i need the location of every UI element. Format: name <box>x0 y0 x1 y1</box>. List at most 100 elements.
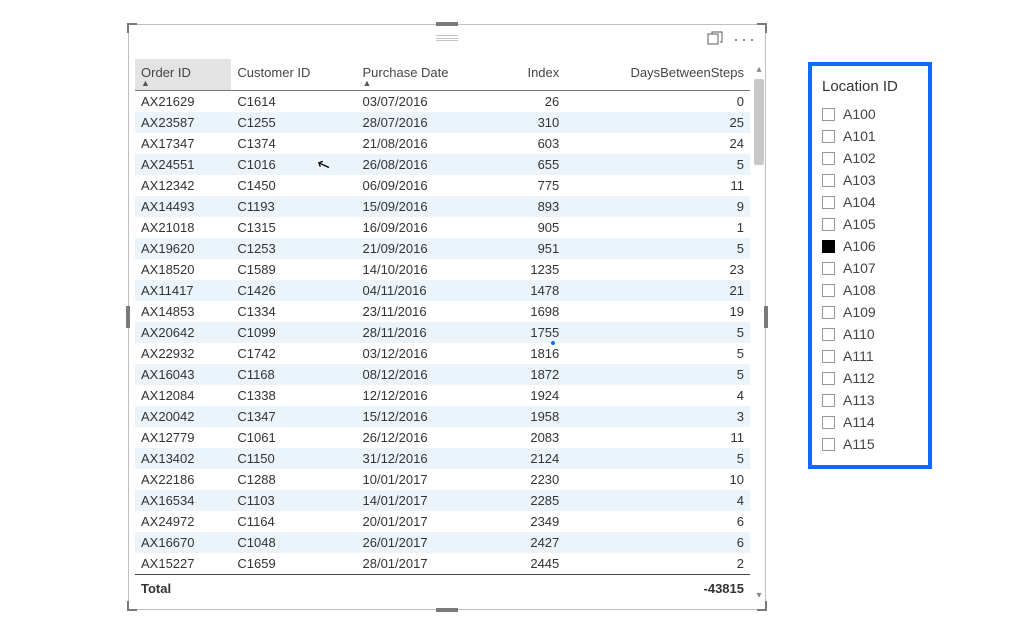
cell-days: 19 <box>565 301 750 322</box>
table-row[interactable]: AX14853C133423/11/2016169819 <box>135 301 750 322</box>
cell-date: 28/07/2016 <box>357 112 501 133</box>
table-row[interactable]: AX24551C101626/08/20166555 <box>135 154 750 175</box>
table-row[interactable]: AX13402C115031/12/201621245 <box>135 448 750 469</box>
cell-days: 4 <box>565 385 750 406</box>
resize-handle-top[interactable] <box>436 22 458 26</box>
slicer-item[interactable]: A109 <box>822 301 918 323</box>
slicer-item[interactable]: A105 <box>822 213 918 235</box>
focus-mode-icon[interactable] <box>707 31 723 47</box>
slicer-item[interactable]: A101 <box>822 125 918 147</box>
table-row[interactable]: AX23587C125528/07/201631025 <box>135 112 750 133</box>
checkbox-icon[interactable] <box>822 350 835 363</box>
cell-idx: 1958 <box>501 406 566 427</box>
col-index[interactable]: Index <box>501 59 566 91</box>
table-row[interactable]: AX11417C142604/11/2016147821 <box>135 280 750 301</box>
slicer-item[interactable]: A108 <box>822 279 918 301</box>
table-row[interactable]: AX20642C109928/11/201617555 <box>135 322 750 343</box>
col-order-id[interactable]: Order ID ▲ <box>135 59 231 91</box>
table-row[interactable]: AX18520C158914/10/2016123523 <box>135 259 750 280</box>
cell-date: 21/09/2016 <box>357 238 501 259</box>
cell-days: 24 <box>565 133 750 154</box>
table-row[interactable]: AX20042C134715/12/201619583 <box>135 406 750 427</box>
more-options-icon[interactable]: ··· <box>733 33 757 45</box>
table-row[interactable]: AX17347C137421/08/201660324 <box>135 133 750 154</box>
cell-idx: 655 <box>501 154 566 175</box>
slicer-item[interactable]: A103 <box>822 169 918 191</box>
resize-handle-tl[interactable] <box>127 23 137 33</box>
checkbox-icon[interactable] <box>822 306 835 319</box>
slicer-item[interactable]: A113 <box>822 389 918 411</box>
scroll-down-icon[interactable]: ▾ <box>752 589 766 603</box>
drag-grip-icon[interactable] <box>436 35 458 41</box>
table-row[interactable]: AX16043C116808/12/201618725 <box>135 364 750 385</box>
table-row[interactable]: AX12779C106126/12/2016208311 <box>135 427 750 448</box>
slicer-item[interactable]: A104 <box>822 191 918 213</box>
location-slicer[interactable]: Location ID A100A101A102A103A104A105A106… <box>808 62 932 469</box>
checkbox-icon[interactable] <box>822 372 835 385</box>
sort-asc-icon: ▲ <box>141 78 150 88</box>
slicer-item[interactable]: A102 <box>822 147 918 169</box>
slicer-item-label: A115 <box>843 436 875 452</box>
checkbox-icon[interactable] <box>822 130 835 143</box>
checkbox-icon[interactable] <box>822 394 835 407</box>
table-row[interactable]: AX22186C128810/01/2017223010 <box>135 469 750 490</box>
checkbox-icon[interactable] <box>822 284 835 297</box>
checkbox-icon[interactable] <box>822 108 835 121</box>
table-row[interactable]: AX16534C110314/01/201722854 <box>135 490 750 511</box>
slicer-item[interactable]: A115 <box>822 433 918 455</box>
cell-idx: 775 <box>501 175 566 196</box>
resize-handle-left[interactable] <box>126 306 130 328</box>
cell-idx: 905 <box>501 217 566 238</box>
col-days-between[interactable]: DaysBetweenSteps <box>565 59 750 91</box>
cell-date: 12/12/2016 <box>357 385 501 406</box>
resize-handle-tr[interactable] <box>757 23 767 33</box>
col-purchase-date[interactable]: Purchase Date ▲ <box>357 59 501 91</box>
cell-days: 5 <box>565 322 750 343</box>
cell-cust: C1164 <box>231 511 356 532</box>
checkbox-icon[interactable] <box>822 416 835 429</box>
scroll-up-icon[interactable]: ▴ <box>752 63 766 77</box>
table-row[interactable]: AX16670C104826/01/201724276 <box>135 532 750 553</box>
cell-date: 23/11/2016 <box>357 301 501 322</box>
cell-order: AX24551 <box>135 154 231 175</box>
checkbox-icon[interactable] <box>822 240 835 253</box>
cell-date: 15/12/2016 <box>357 406 501 427</box>
slicer-item[interactable]: A100 <box>822 103 918 125</box>
checkbox-icon[interactable] <box>822 174 835 187</box>
slicer-item[interactable]: A114 <box>822 411 918 433</box>
checkbox-icon[interactable] <box>822 262 835 275</box>
slicer-item[interactable]: A110 <box>822 323 918 345</box>
resize-handle-bottom[interactable] <box>436 608 458 612</box>
checkbox-icon[interactable] <box>822 218 835 231</box>
cell-cust: C1742 <box>231 343 356 364</box>
cell-cust: C1099 <box>231 322 356 343</box>
cell-date: 10/01/2017 <box>357 469 501 490</box>
table-row[interactable]: AX24972C116420/01/201723496 <box>135 511 750 532</box>
table-row[interactable]: AX14493C119315/09/20168939 <box>135 196 750 217</box>
slicer-item[interactable]: A106 <box>822 235 918 257</box>
table-row[interactable]: AX12084C133812/12/201619244 <box>135 385 750 406</box>
slicer-item[interactable]: A112 <box>822 367 918 389</box>
slicer-item-label: A105 <box>843 216 876 232</box>
table-row[interactable]: AX12342C145006/09/201677511 <box>135 175 750 196</box>
scrollbar[interactable]: ▴ ▾ <box>752 63 766 603</box>
checkbox-icon[interactable] <box>822 328 835 341</box>
slicer-item[interactable]: A111 <box>822 345 918 367</box>
table-row[interactable]: AX22932C174203/12/201618165 <box>135 343 750 364</box>
table-row[interactable]: AX21018C131516/09/20169051 <box>135 217 750 238</box>
table-row[interactable]: AX19620C125321/09/20169515 <box>135 238 750 259</box>
scroll-thumb[interactable] <box>754 79 764 165</box>
checkbox-icon[interactable] <box>822 196 835 209</box>
table-row[interactable]: AX15227C165928/01/201724452 <box>135 553 750 575</box>
slicer-item[interactable]: A107 <box>822 257 918 279</box>
checkbox-icon[interactable] <box>822 438 835 451</box>
checkbox-icon[interactable] <box>822 152 835 165</box>
slicer-item-label: A109 <box>843 304 876 320</box>
cell-idx: 951 <box>501 238 566 259</box>
cell-order: AX20042 <box>135 406 231 427</box>
cell-cust: C1150 <box>231 448 356 469</box>
table-visual[interactable]: ··· Order ID ▲ Customer ID Purchase Date… <box>128 24 766 610</box>
col-customer-id[interactable]: Customer ID <box>231 59 356 91</box>
cell-days: 1 <box>565 217 750 238</box>
table-row[interactable]: AX21629C161403/07/2016260 <box>135 91 750 113</box>
